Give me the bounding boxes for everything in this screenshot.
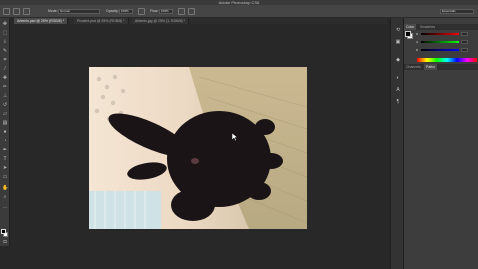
eraser-tool-icon[interactable]: ▱: [2, 112, 8, 117]
brush-preset-icon[interactable]: [13, 8, 20, 15]
mouse-cursor-icon: [232, 133, 238, 141]
adjustments-panel-icon[interactable]: ◐: [395, 76, 401, 81]
panel-foreground-swatch[interactable]: [405, 31, 411, 37]
dodge-tool-icon[interactable]: ◔: [2, 139, 8, 144]
properties-panel-icon[interactable]: ▣: [395, 40, 401, 45]
right-panels: Color Swatches R G B Channels Paths: [404, 18, 478, 269]
history-brush-tool-icon[interactable]: ↺: [2, 103, 8, 108]
tab-channels[interactable]: Channels: [404, 64, 423, 70]
green-value-input[interactable]: [461, 40, 468, 44]
tab-color[interactable]: Color: [404, 24, 417, 30]
blur-tool-icon[interactable]: ●: [2, 130, 8, 135]
green-slider[interactable]: [421, 41, 459, 43]
type-tool-icon[interactable]: T: [2, 157, 8, 162]
pen-tool-icon[interactable]: ✒: [2, 148, 8, 153]
panel-dock-strip: ⟲ ▣ ◆ ◐ A ¶: [390, 18, 404, 269]
color-spectrum-bar[interactable]: [417, 58, 477, 62]
lasso-tool-icon[interactable]: ↆ: [2, 40, 8, 45]
tab-paths[interactable]: Paths: [424, 64, 437, 70]
shape-tool-icon[interactable]: ▭: [2, 175, 8, 180]
layers-panel-icon[interactable]: ◆: [395, 58, 401, 63]
character-panel-icon[interactable]: A: [395, 88, 401, 93]
paragraph-panel-icon[interactable]: ¶: [395, 100, 401, 105]
workspace-select[interactable]: Essentials: [440, 9, 474, 14]
flow-input[interactable]: 100%: [159, 9, 173, 14]
zoom-tool-icon[interactable]: ⌕: [2, 195, 8, 200]
marquee-tool-icon[interactable]: ⬚: [2, 31, 8, 36]
hand-tool-icon[interactable]: ✋: [2, 186, 8, 191]
tab-swatches[interactable]: Swatches: [418, 24, 437, 30]
brush-tool-icon[interactable]: ✏: [2, 85, 8, 90]
mode-select[interactable]: Normal: [58, 9, 100, 14]
color-panel-tabs: Color Swatches: [404, 24, 478, 30]
brush-tool-icon[interactable]: [3, 8, 10, 15]
eyedropper-tool-icon[interactable]: ⁄: [2, 67, 8, 72]
extra-tools-icon[interactable]: ⋯: [2, 206, 8, 211]
blue-value-input[interactable]: [461, 48, 468, 52]
brush-panel-icon[interactable]: [23, 8, 30, 15]
rabbit-photo: [89, 67, 307, 229]
blue-slider-row: B: [416, 48, 473, 52]
channels-panel-tabs: Channels Paths: [404, 64, 478, 70]
document-canvas[interactable]: [89, 67, 307, 229]
red-label: R: [416, 32, 419, 36]
flow-label: Flow:: [150, 9, 159, 13]
healing-brush-tool-icon[interactable]: ✚: [2, 76, 8, 81]
pressure-size-icon[interactable]: [188, 8, 195, 15]
blue-slider[interactable]: [421, 49, 459, 51]
pressure-opacity-icon[interactable]: [138, 8, 145, 15]
tools-panel: ✥ ⬚ ↆ ✎ ⌗ ⁄ ✚ ✏ ⊥ ↺ ▱ ▤ ● ◔ ✒ T ➤ ▭ ✋ ⌕ …: [0, 18, 10, 246]
options-bar: Mode: Normal Opacity: 100% Flow: 100% Es…: [0, 5, 478, 18]
mode-label: Mode:: [48, 9, 58, 13]
clone-stamp-tool-icon[interactable]: ⊥: [2, 94, 8, 99]
opacity-input[interactable]: 100%: [119, 9, 133, 14]
move-tool-icon[interactable]: ✥: [2, 22, 8, 27]
red-slider-row: R: [416, 32, 473, 36]
red-value-input[interactable]: [461, 32, 468, 36]
history-panel-icon[interactable]: ⟲: [395, 28, 401, 33]
blue-label: B: [416, 48, 419, 52]
opacity-label: Opacity:: [106, 9, 119, 13]
path-select-tool-icon[interactable]: ➤: [2, 166, 8, 171]
airbrush-icon[interactable]: [178, 8, 185, 15]
quick-mask-icon[interactable]: ◘: [2, 240, 8, 245]
green-label: G: [416, 40, 419, 44]
green-slider-row: G: [416, 40, 473, 44]
crop-tool-icon[interactable]: ⌗: [2, 58, 8, 63]
foreground-color-swatch[interactable]: [1, 229, 6, 234]
photoshop-window: Adobe Photoshop CS6 Mode: Normal Opacity…: [0, 0, 478, 269]
quick-select-tool-icon[interactable]: ✎: [2, 49, 8, 54]
gradient-tool-icon[interactable]: ▤: [2, 121, 8, 126]
red-slider[interactable]: [421, 33, 459, 35]
